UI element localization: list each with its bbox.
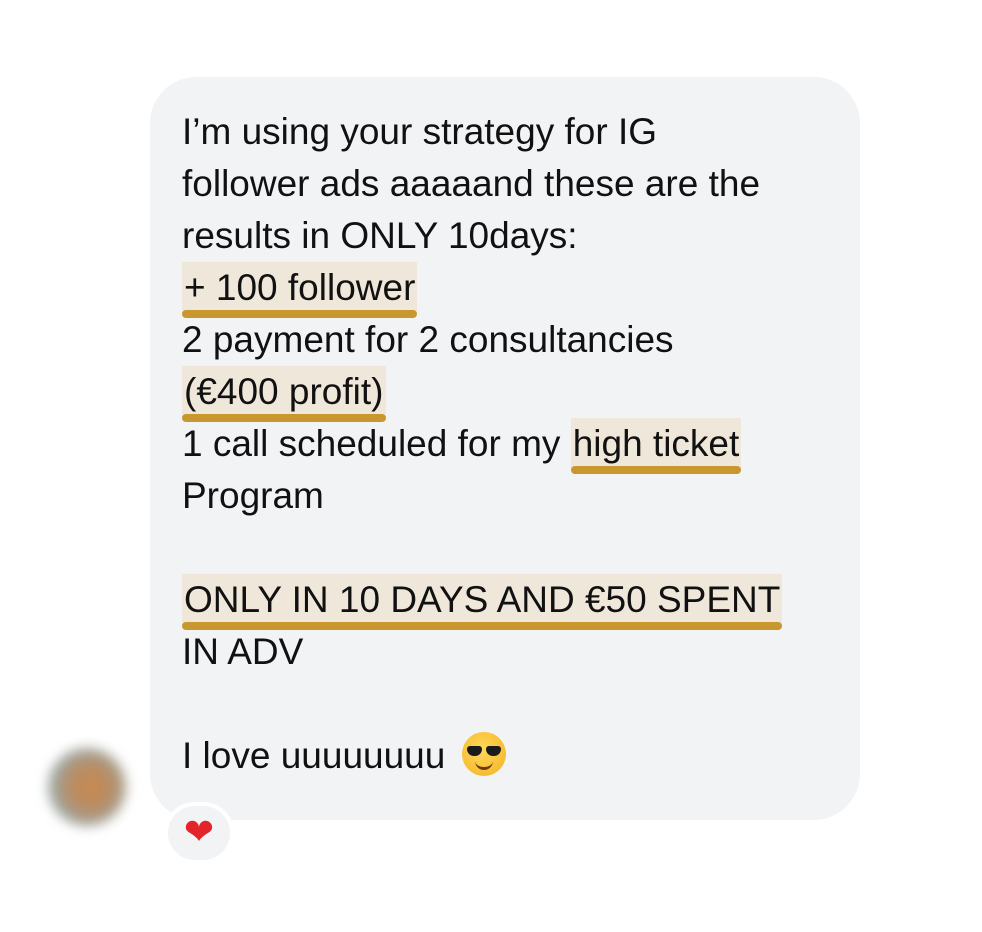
highlighted-text: + 100 follower (182, 262, 418, 318)
message-line: I’m using your strategy for IG (182, 111, 658, 152)
message-line: 1 call scheduled for my high ticket (182, 418, 842, 474)
heart-icon: ❤ (183, 812, 215, 853)
message-text: I’m using your strategy for IG follower … (182, 106, 842, 782)
message-text-segment: I love uuuuuuuu (182, 735, 456, 776)
message-line: follower ads aaaaand these are the (182, 163, 761, 204)
message-line: IN ADV (182, 631, 304, 672)
message-line: ONLY IN 10 DAYS AND €50 SPENT (182, 574, 842, 630)
sunglasses-emoji-icon (461, 732, 506, 776)
message-line: 2 payment for 2 consultancies (182, 319, 674, 360)
message-text-segment: 1 call scheduled for my (182, 423, 571, 464)
highlighted-text: (€400 profit) (182, 366, 386, 422)
highlighted-text: high ticket (570, 418, 742, 474)
message-line: Program (182, 475, 324, 516)
message-line: results in ONLY 10days: (182, 215, 578, 256)
highlighted-text: ONLY IN 10 DAYS AND €50 SPENT (182, 574, 783, 630)
reaction-badge[interactable]: ❤ (164, 802, 234, 864)
message-line: (€400 profit) (182, 366, 842, 422)
avatar[interactable] (48, 748, 126, 826)
message-line: + 100 follower (182, 262, 842, 318)
message-line: I love uuuuuuuu (182, 730, 842, 782)
